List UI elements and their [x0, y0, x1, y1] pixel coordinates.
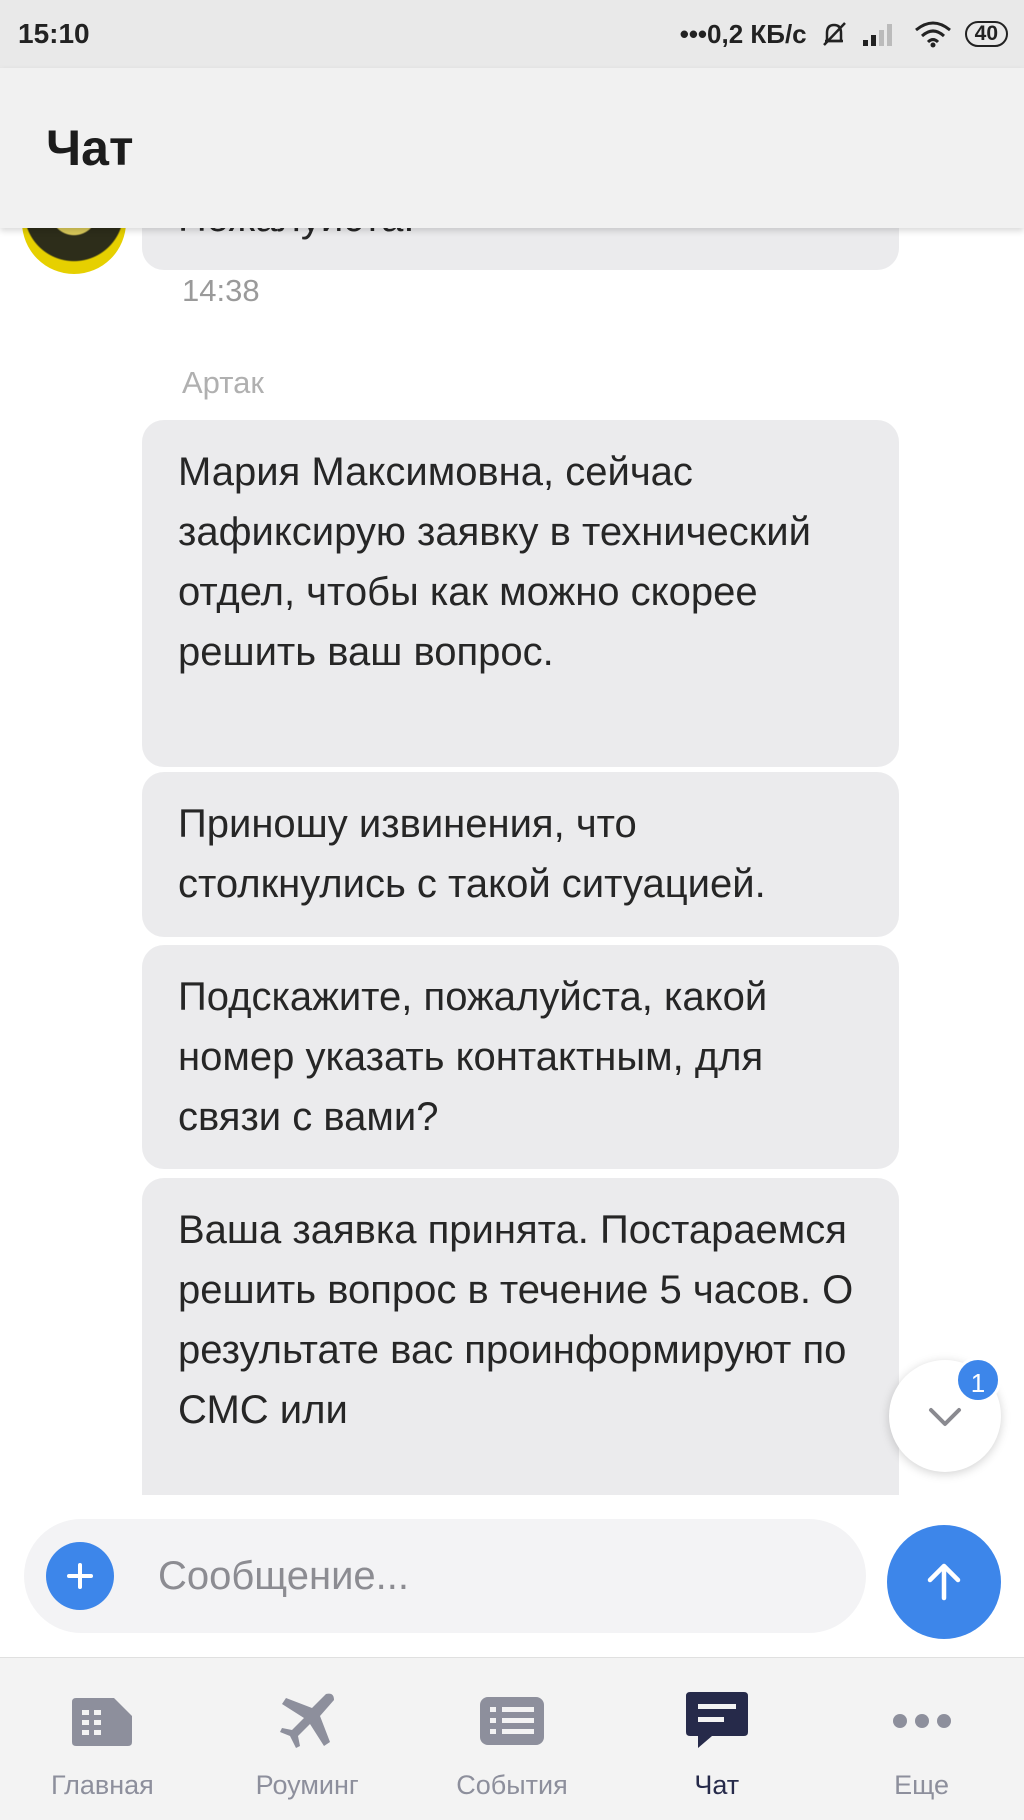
home-card-icon: [66, 1688, 138, 1754]
nav-label: Роуминг: [255, 1770, 359, 1800]
message-text: Подскажите, пожалуйста, какой номер указ…: [178, 975, 768, 1139]
chevron-down-icon: [929, 1408, 961, 1426]
status-time: 15:10: [18, 18, 90, 49]
unread-badge: 1: [955, 1357, 1001, 1403]
more-dots-icon: [886, 1688, 958, 1754]
nav-item-more[interactable]: Еще: [819, 1658, 1024, 1820]
plus-icon: [67, 1563, 93, 1589]
nav-label: Главная: [51, 1770, 154, 1800]
battery-icon: 40: [964, 21, 1008, 47]
message-time: 14:38: [182, 273, 260, 308]
page-title: Чат: [46, 120, 134, 176]
status-bar: 15:10 •••0,2 КБ/с 40: [0, 0, 1024, 68]
message-bubble: Пожалуйста.: [142, 228, 899, 270]
message-bubble: Приношу извинения, что столкнулись с так…: [142, 772, 899, 937]
wifi-icon: [914, 21, 951, 48]
chat-icon: [681, 1688, 753, 1754]
message-bubble: Ваша заявка принята. Постараемся решить …: [142, 1178, 899, 1495]
message-text: Мария Максимовна, сейчас зафиксирую заяв…: [178, 450, 811, 674]
message-input[interactable]: [158, 1519, 848, 1633]
signal-icon: [862, 24, 892, 46]
mute-icon: [822, 22, 846, 46]
nav-label: События: [456, 1770, 568, 1800]
sender-name: Артак: [182, 365, 264, 400]
airplane-icon: [271, 1688, 343, 1754]
nav-label: Еще: [894, 1770, 950, 1800]
send-button[interactable]: [887, 1525, 1001, 1639]
nav-item-home[interactable]: Главная: [0, 1658, 205, 1820]
app-header: Чат: [0, 68, 1024, 228]
message-composer: [0, 1495, 1024, 1657]
message-bubble: Подскажите, пожалуйста, какой номер указ…: [142, 945, 899, 1169]
nav-item-events[interactable]: События: [410, 1658, 615, 1820]
message-text: Пожалуйста.: [178, 228, 414, 240]
chat-messages[interactable]: Пожалуйста. 14:38 Артак Мария Максимовна…: [0, 228, 1024, 1495]
message-text: Ваша заявка принята. Постараемся решить …: [178, 1208, 854, 1432]
nav-label: Чат: [694, 1770, 740, 1800]
status-icons: •••0,2 КБ/с 40: [680, 0, 1008, 68]
bottom-nav: Главная Роуминг События Чат Еще: [0, 1657, 1024, 1820]
network-speed: •••0,2 КБ/с: [679, 18, 807, 49]
nav-item-chat[interactable]: Чат: [614, 1658, 819, 1820]
nav-item-roaming[interactable]: Роуминг: [205, 1658, 410, 1820]
message-text: Приношу извинения, что столкнулись с так…: [178, 802, 766, 906]
arrow-up-icon: [927, 1563, 961, 1601]
avatar: [22, 228, 126, 274]
message-bubble: Мария Максимовна, сейчас зафиксирую заяв…: [142, 420, 899, 767]
attach-button[interactable]: [46, 1542, 114, 1610]
events-list-icon: [476, 1688, 548, 1754]
composer-field: [24, 1519, 866, 1633]
